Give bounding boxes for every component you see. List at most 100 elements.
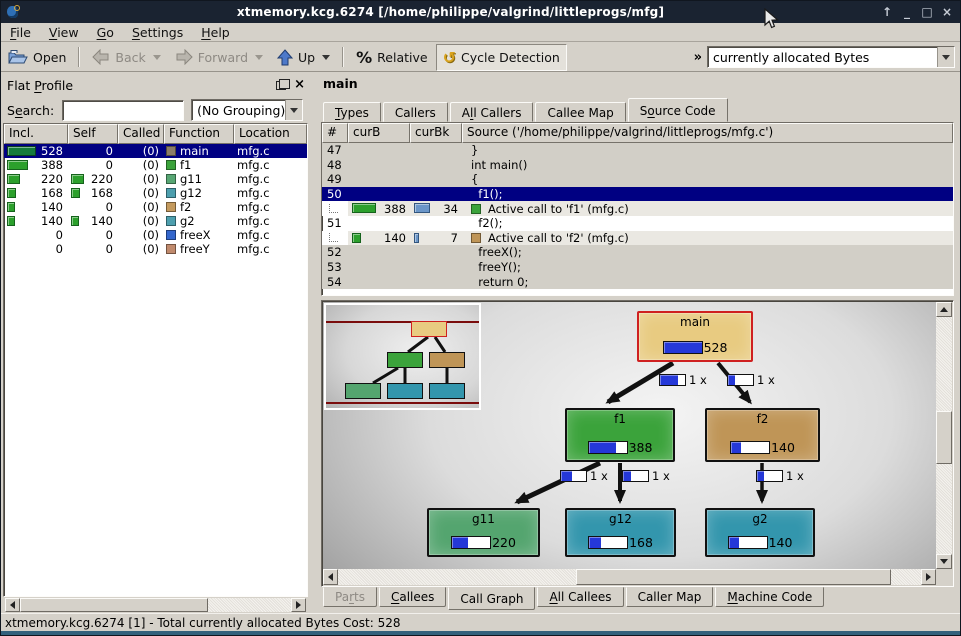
source-line-row[interactable]: 52 freeX();	[322, 245, 953, 260]
menu-settings[interactable]: Settings	[123, 24, 192, 41]
column-header-location[interactable]: Location	[234, 124, 307, 144]
table-row-freeX[interactable]: 00(0)freeXmfg.c	[4, 228, 307, 242]
toolbar-overflow-button[interactable]: »	[689, 50, 707, 65]
call-graph-viewport[interactable]: main528f1388f2140g11220g12168g2140 1 x1 …	[323, 302, 936, 569]
window-controls: ↑ _ □ ×	[880, 2, 954, 22]
source-line-row[interactable]: 51 f2();	[322, 216, 953, 231]
table-row-freeY[interactable]: 00(0)freeYmfg.c	[4, 242, 307, 256]
source-cost-row[interactable]: 1407Active call to 'f2' (mfg.c)	[322, 231, 953, 246]
called-value: (0)	[143, 172, 164, 186]
scroll-right-button[interactable]	[921, 569, 936, 585]
graph-node-g12[interactable]: g12168	[565, 508, 676, 557]
scroll-down-button[interactable]	[936, 554, 952, 569]
scroll-left-button[interactable]	[323, 569, 338, 585]
cycle-detection-button[interactable]: ↺ Cycle Detection	[436, 44, 567, 71]
tab-machine-code[interactable]: Machine Code	[715, 587, 824, 607]
menu-help[interactable]: Help	[192, 24, 239, 41]
tab-callers[interactable]: Callers	[383, 102, 448, 122]
column-header-self[interactable]: Self	[68, 124, 118, 144]
column-header-function[interactable]: Function	[164, 124, 234, 144]
graph-node-g2[interactable]: g2140	[705, 508, 815, 557]
column-header-curbk[interactable]: curBk	[410, 123, 462, 143]
back-button[interactable]: Back	[86, 46, 166, 68]
column-header-curb[interactable]: curB	[348, 123, 410, 143]
curbk-cell	[410, 245, 462, 260]
called-value: (0)	[143, 158, 164, 172]
column-header-called[interactable]: Called	[118, 124, 164, 144]
node-cost-value: 140	[769, 535, 793, 550]
graph-hscrollbar[interactable]	[323, 569, 936, 585]
scrollbar-thumb[interactable]	[576, 569, 891, 585]
graph-vscrollbar[interactable]	[936, 302, 952, 569]
column-header-#[interactable]: #	[322, 123, 348, 143]
line-number: 50	[322, 187, 348, 202]
scrollbar-thumb[interactable]	[936, 411, 952, 464]
graph-node-g11[interactable]: g11220	[427, 508, 540, 557]
tab-callee-map[interactable]: Callee Map	[535, 102, 625, 122]
graph-node-f2[interactable]: f2140	[705, 408, 820, 462]
menu-view[interactable]: View	[40, 24, 88, 41]
node-cost: 388	[588, 440, 653, 455]
table-row-g11[interactable]: 220220(0)g11mfg.c	[4, 172, 307, 186]
tab-all-callers[interactable]: All Callers	[450, 102, 534, 122]
source-line-row[interactable]: 47}	[322, 143, 953, 158]
vertical-splitter[interactable]	[310, 72, 317, 613]
tab-callees[interactable]: Callees	[379, 587, 446, 607]
overview-node	[429, 352, 465, 368]
flat-profile-header-row: Incl.SelfCalledFunctionLocation	[4, 124, 307, 144]
event-type-combobox[interactable]: currently allocated Bytes	[707, 46, 955, 68]
forward-button[interactable]: Forward	[169, 46, 269, 68]
open-label: Open	[33, 50, 66, 65]
grouping-dropdown-button[interactable]	[285, 100, 302, 120]
column-header-source[interactable]: Source ('/home/philippe/valgrind/littlep…	[462, 123, 953, 143]
menu-file[interactable]: File	[1, 24, 40, 41]
source-code-cell: f1();	[462, 187, 953, 201]
called-cell: (0)	[118, 200, 164, 214]
table-row-g12[interactable]: 168168(0)g12mfg.c	[4, 186, 307, 200]
tab-source-code[interactable]: Source Code	[628, 98, 728, 122]
back-dropdown-icon[interactable]	[153, 55, 161, 60]
up-button[interactable]: Up	[271, 46, 336, 69]
graph-overview-map[interactable]	[324, 303, 481, 410]
scroll-up-button[interactable]	[936, 302, 952, 317]
chevron-down-icon	[942, 55, 950, 60]
dock-close-icon[interactable]: ×	[294, 80, 305, 90]
source-line-row[interactable]: 49{	[322, 172, 953, 187]
search-input[interactable]	[62, 100, 184, 121]
table-row-g2[interactable]: 140140(0)g2mfg.c	[4, 214, 307, 228]
source-line-row[interactable]: 50 f1();	[322, 187, 953, 202]
tab-caller-map[interactable]: Caller Map	[626, 587, 714, 607]
scroll-right-button[interactable]	[291, 598, 306, 612]
source-line-row[interactable]: 54 return 0;	[322, 274, 953, 289]
combo-dropdown-button[interactable]	[937, 47, 954, 67]
table-row-f1[interactable]: 3880(0)f1mfg.c	[4, 158, 307, 172]
flat-profile-hscrollbar[interactable]	[5, 598, 306, 612]
table-row-main[interactable]: 5280(0)mainmfg.c	[4, 144, 307, 158]
tab-call-graph[interactable]: Call Graph	[448, 587, 535, 610]
grouping-combobox[interactable]: (No Grouping)	[191, 99, 303, 121]
close-button[interactable]: ×	[940, 2, 954, 22]
menu-go[interactable]: Go	[88, 24, 123, 41]
self-cell: 220	[68, 172, 118, 186]
source-line-row[interactable]: 48int main()	[322, 158, 953, 173]
tab-types[interactable]: Types	[323, 102, 381, 122]
shade-button[interactable]: ↑	[880, 2, 894, 22]
table-row-f2[interactable]: 1400(0)f2mfg.c	[4, 200, 307, 214]
relative-toggle-button[interactable]: % Relative	[350, 45, 433, 70]
graph-node-main[interactable]: main528	[637, 311, 753, 362]
source-line-row[interactable]: 53 freeY();	[322, 260, 953, 275]
minimize-button[interactable]: _	[900, 2, 914, 22]
node-cost-value: 140	[771, 440, 795, 455]
open-button[interactable]: Open	[2, 46, 72, 68]
up-dropdown-icon[interactable]	[322, 55, 330, 60]
forward-dropdown-icon[interactable]	[255, 55, 263, 60]
scroll-left-button[interactable]	[5, 598, 20, 612]
column-header-incl[interactable]: Incl.	[4, 124, 68, 144]
scrollbar-thumb[interactable]	[20, 598, 208, 612]
dock-float-icon[interactable]	[276, 81, 286, 90]
source-cost-row[interactable]: 38834Active call to 'f1' (mfg.c)	[322, 201, 953, 216]
maximize-button[interactable]: □	[920, 2, 934, 22]
edge-cost-fill	[660, 375, 678, 385]
graph-node-f1[interactable]: f1388	[565, 408, 675, 462]
tab-all-callees[interactable]: All Callees	[537, 587, 623, 607]
